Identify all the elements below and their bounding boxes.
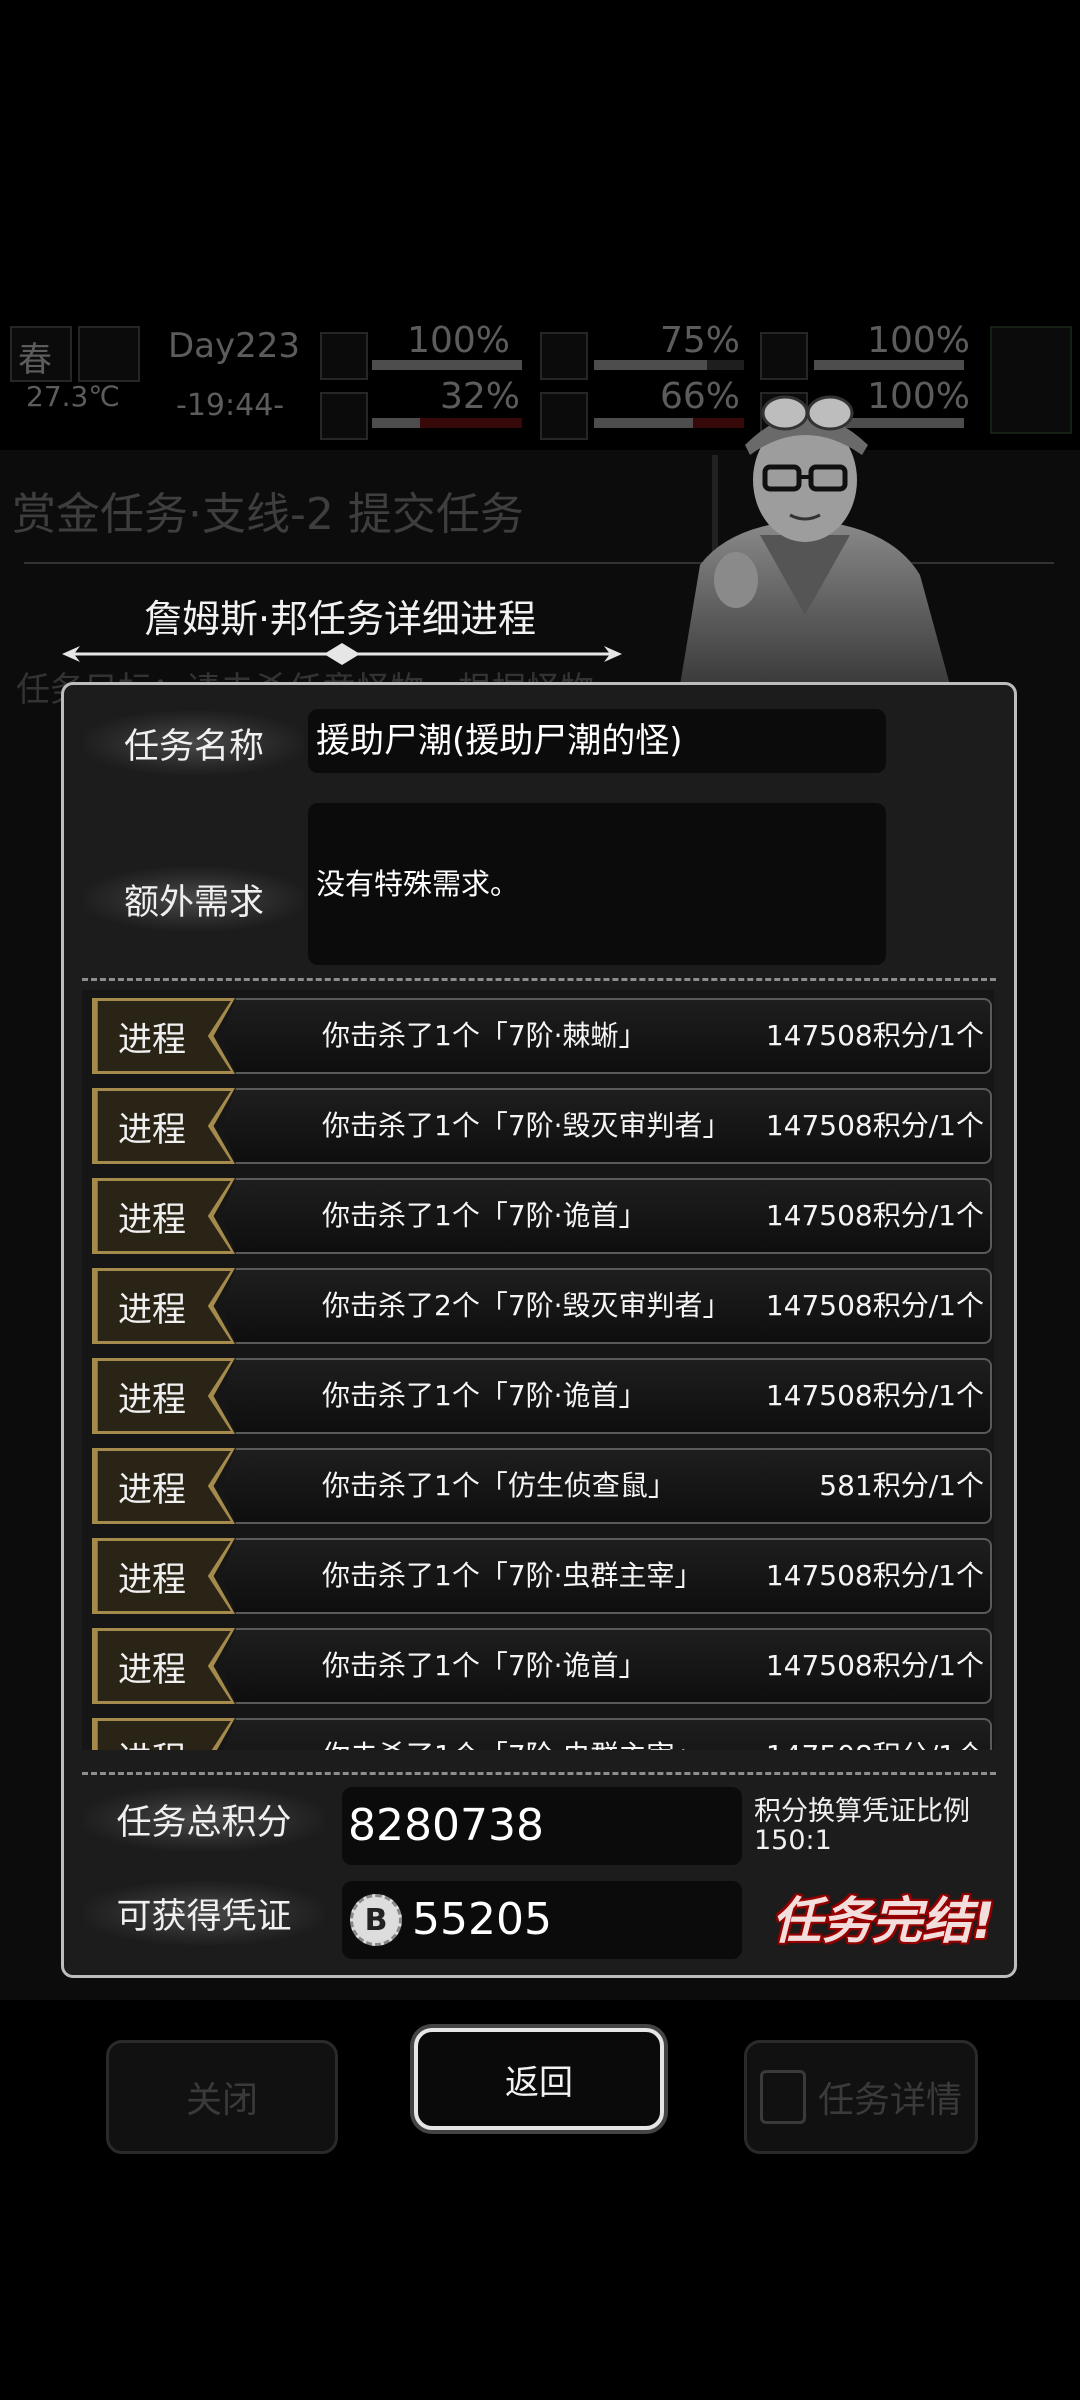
title-ornament-divider [62, 643, 622, 665]
dashed-divider-bottom [82, 1772, 996, 1775]
progress-description: 你击杀了1个「7阶·虫群主宰」 [322, 1720, 703, 1750]
progress-description: 你击杀了1个「7阶·诡首」 [322, 1379, 647, 1412]
progress-score: 147508积分/1个 [765, 1649, 984, 1682]
close-button[interactable]: 关闭 [106, 2040, 338, 2154]
progress-row: 你击杀了1个「7阶·棘蜥」 147508积分/1个 进程 [82, 998, 994, 1074]
extra-requirement-field: 没有特殊需求。 [308, 803, 886, 965]
progress-description: 你击杀了1个「7阶·虫群主宰」 [322, 1559, 703, 1592]
progress-description: 你击杀了2个「7阶·毁灭审判者」 [322, 1289, 731, 1322]
progress-description: 你击杀了1个「仿生侦查鼠」 [322, 1469, 676, 1502]
progress-row-body: 你击杀了1个「7阶·虫群主宰」 147508积分/1个 [222, 1718, 992, 1750]
task-name-value: 援助尸潮(援助尸潮的怪) [316, 721, 683, 761]
brain-icon [760, 332, 808, 380]
npc-portrait [680, 395, 950, 685]
progress-score: 147508积分/1个 [765, 1289, 984, 1322]
progress-description: 你击杀了1个「7阶·棘蜥」 [322, 1019, 647, 1052]
progress-score: 147508积分/1个 [765, 1019, 984, 1052]
progress-description: 你击杀了1个「7阶·诡首」 [322, 1199, 647, 1232]
equipment-slot[interactable] [990, 326, 1072, 434]
progress-score: 581积分/1个 [819, 1469, 984, 1502]
progress-row: 你击杀了1个「7阶·虫群主宰」 147508积分/1个 进程 [82, 1718, 994, 1750]
season-box: 春 [10, 326, 72, 382]
stat-stamina-pct: 32% [439, 376, 520, 417]
progress-tag-label: 进程 [118, 1019, 186, 1060]
progress-score: 147508积分/1个 [765, 1559, 984, 1592]
task-progress-dialog: 任务名称 援助尸潮(援助尸潮的怪) 额外需求 没有特殊需求。 你击杀了1个「7阶… [61, 682, 1017, 1978]
stat-hunger-pct: 75% [659, 320, 740, 361]
conversion-ratio-value: 150:1 [754, 1825, 832, 1856]
temperature-text: 27.3℃ [26, 380, 120, 413]
voucher-coin-icon: B [350, 1894, 402, 1946]
water-drop-icon [540, 392, 588, 440]
progress-tag-label: 进程 [118, 1109, 186, 1150]
progress-row: 你击杀了1个「仿生侦查鼠」 581积分/1个 进程 [82, 1448, 994, 1524]
stat-armor-pct: 100% [867, 320, 970, 361]
progress-row-body: 你击杀了1个「7阶·虫群主宰」 147508积分/1个 [222, 1538, 992, 1614]
stat-health-bar [372, 360, 522, 370]
progress-row-body: 你击杀了2个「7阶·毁灭审判者」 147508积分/1个 [222, 1268, 992, 1344]
progress-row: 你击杀了1个「7阶·诡首」 147508积分/1个 进程 [82, 1628, 994, 1704]
progress-tag-label: 进程 [118, 1559, 186, 1600]
time-text: -19:44- [176, 388, 285, 423]
voucher-label: 可获得凭证 [84, 1881, 324, 1945]
progress-tag-label: 进程 [118, 1469, 186, 1510]
progress-tag-label: 进程 [92, 1718, 212, 1751]
progress-score: 147508积分/1个 [765, 1199, 984, 1232]
progress-row-body: 你击杀了1个「7阶·诡首」 147508积分/1个 [222, 1178, 992, 1254]
progress-row-body: 你击杀了1个「仿生侦查鼠」 581积分/1个 [222, 1448, 992, 1524]
task-complete-stamp: 任务完结! [772, 1892, 995, 1950]
stomach-icon [540, 332, 588, 380]
progress-tag-label: 进程 [118, 1379, 186, 1420]
progress-row: 你击杀了2个「7阶·毁灭审判者」 147508积分/1个 进程 [82, 1268, 994, 1344]
stat-health-pct: 100% [407, 320, 510, 361]
task-details-icon [759, 2070, 806, 2124]
progress-tag-label: 进程 [118, 1199, 186, 1240]
total-score-value: 8280738 [348, 1800, 544, 1851]
progress-description: 你击杀了1个「7阶·毁灭审判者」 [322, 1109, 731, 1142]
stat-armor-bar [814, 360, 964, 370]
progress-row-body: 你击杀了1个「7阶·诡首」 147508积分/1个 [222, 1628, 992, 1704]
back-button[interactable]: 返回 [414, 2028, 664, 2130]
progress-description: 你击杀了1个「7阶·诡首」 [322, 1649, 647, 1682]
total-score-field: 8280738 [342, 1787, 742, 1865]
progress-row: 你击杀了1个「7阶·诡首」 147508积分/1个 进程 [82, 1178, 994, 1254]
task-details-button[interactable]: 任务详情 [744, 2040, 978, 2154]
extra-requirement-label: 额外需求 [84, 867, 304, 931]
dialog-title: 詹姆斯·邦任务详细进程 [143, 597, 537, 641]
progress-list[interactable]: 你击杀了1个「7阶·棘蜥」 147508积分/1个 进程 你击杀了1个「7阶·毁灭审判… [82, 990, 994, 1750]
progress-score: 147508积分/1个 [765, 1379, 984, 1412]
voucher-field: B 55205 [342, 1881, 742, 1959]
progress-row-body: 你击杀了1个「7阶·毁灭审判者」 147508积分/1个 [222, 1088, 992, 1164]
progress-tag-label: 进程 [118, 1649, 186, 1690]
progress-row: 你击杀了1个「7阶·诡首」 147508积分/1个 进程 [82, 1358, 994, 1434]
sun-icon [78, 326, 140, 382]
task-details-label: 任务详情 [817, 2080, 962, 2121]
progress-score: 147508积分/1个 [765, 1109, 984, 1142]
progress-tag-label: 进程 [118, 1289, 186, 1330]
conversion-ratio-label: 积分换算凭证比例 [754, 1796, 970, 1827]
progress-row: 你击杀了1个「7阶·虫群主宰」 147508积分/1个 进程 [82, 1538, 994, 1614]
season-label: 春 [18, 340, 52, 380]
total-score-label: 任务总积分 [84, 1787, 324, 1851]
back-button-label: 返回 [505, 2062, 573, 2103]
background-title: 赏金任务·支线-2 提交任务 [12, 489, 524, 540]
task-name-field: 援助尸潮(援助尸潮的怪) [308, 709, 886, 773]
boot-icon [320, 392, 368, 440]
progress-row-body: 你击杀了1个「7阶·诡首」 147508积分/1个 [222, 1358, 992, 1434]
progress-score: 147508积分/1个 [766, 1720, 984, 1750]
stat-hunger-bar [594, 360, 744, 370]
progress-row-body: 你击杀了1个「7阶·棘蜥」 147508积分/1个 [222, 998, 992, 1074]
voucher-value: 55205 [412, 1894, 552, 1945]
extra-requirement-value: 没有特殊需求。 [316, 867, 520, 901]
close-button-label: 关闭 [185, 2080, 258, 2121]
task-name-label: 任务名称 [84, 711, 304, 775]
stat-stamina-bar [372, 418, 522, 428]
dashed-divider-top [82, 978, 996, 981]
progress-row: 你击杀了1个「7阶·毁灭审判者」 147508积分/1个 进程 [82, 1088, 994, 1164]
day-text: Day223 [168, 326, 301, 366]
